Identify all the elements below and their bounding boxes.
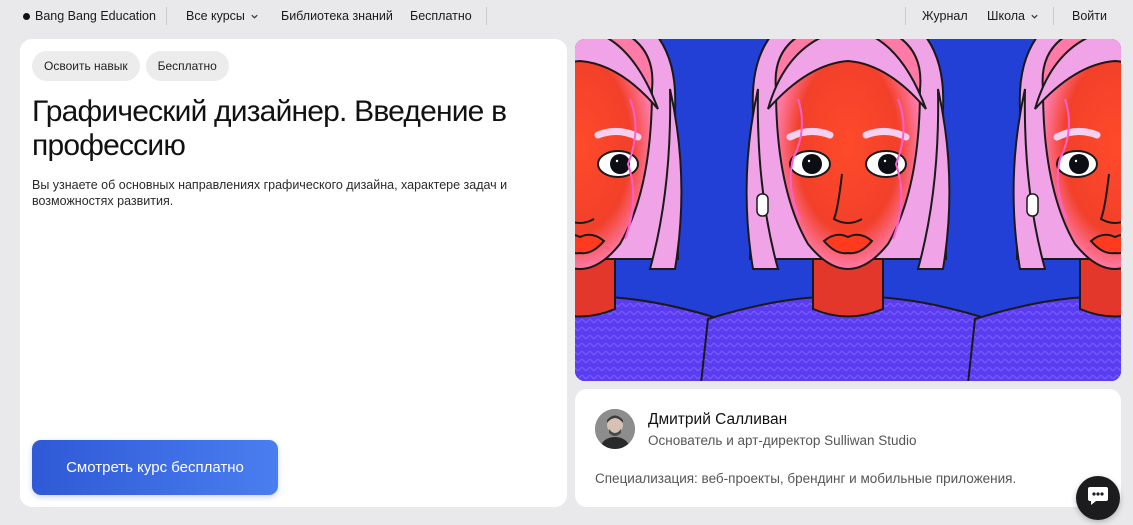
brand-logo[interactable]: Bang Bang Education [23, 9, 156, 23]
dot-icon [23, 12, 30, 20]
course-cover-illustration [575, 39, 1121, 381]
login-link[interactable]: Войти [1072, 9, 1107, 23]
author-specialization: Специализация: веб-проекты, брендинг и м… [595, 471, 1017, 486]
chevron-down-icon [250, 12, 259, 21]
chat-icon [1087, 486, 1109, 511]
all-courses-label: Все курсы [186, 9, 245, 23]
watch-course-button[interactable]: Смотреть курс бесплатно [32, 440, 278, 495]
author-card: Дмитрий Салливан Основатель и арт-директ… [575, 389, 1121, 507]
chat-button[interactable] [1076, 476, 1120, 520]
login-label: Войти [1072, 9, 1107, 23]
avatar[interactable] [595, 409, 635, 449]
all-courses-menu[interactable]: Все курсы [186, 9, 259, 23]
nav-divider [1053, 7, 1054, 25]
chevron-down-icon [1030, 12, 1039, 21]
nav-divider [905, 7, 906, 25]
journal-link[interactable]: Журнал [922, 9, 968, 23]
free-label: Бесплатно [410, 9, 472, 23]
author-role: Основатель и арт-директор Sulliwan Studi… [648, 433, 917, 448]
cover-artwork [575, 39, 1121, 381]
course-title: Графический дизайнер. Введение в професс… [32, 95, 507, 162]
tag-free[interactable]: Бесплатно [145, 51, 229, 81]
author-name: Дмитрий Салливан [648, 411, 788, 428]
course-card: Освоить навык Бесплатно Графический диза… [20, 39, 567, 507]
course-tags: Освоить навык Бесплатно [32, 51, 229, 81]
knowledge-library-label: Библиотека знаний [281, 9, 393, 23]
knowledge-library-link[interactable]: Библиотека знаний [281, 9, 393, 23]
nav-divider [166, 7, 167, 25]
school-menu[interactable]: Школа [987, 9, 1039, 23]
journal-label: Журнал [922, 9, 968, 23]
nav-divider [486, 7, 487, 25]
top-nav: Bang Bang Education Все курсы Библиотека… [0, 0, 1133, 32]
tag-learn-skill[interactable]: Освоить навык [32, 51, 140, 81]
school-label: Школа [987, 9, 1025, 23]
brand-name: Bang Bang Education [35, 9, 156, 23]
free-link[interactable]: Бесплатно [410, 9, 472, 23]
course-description: Вы узнаете об основных направлениях граф… [32, 178, 508, 208]
